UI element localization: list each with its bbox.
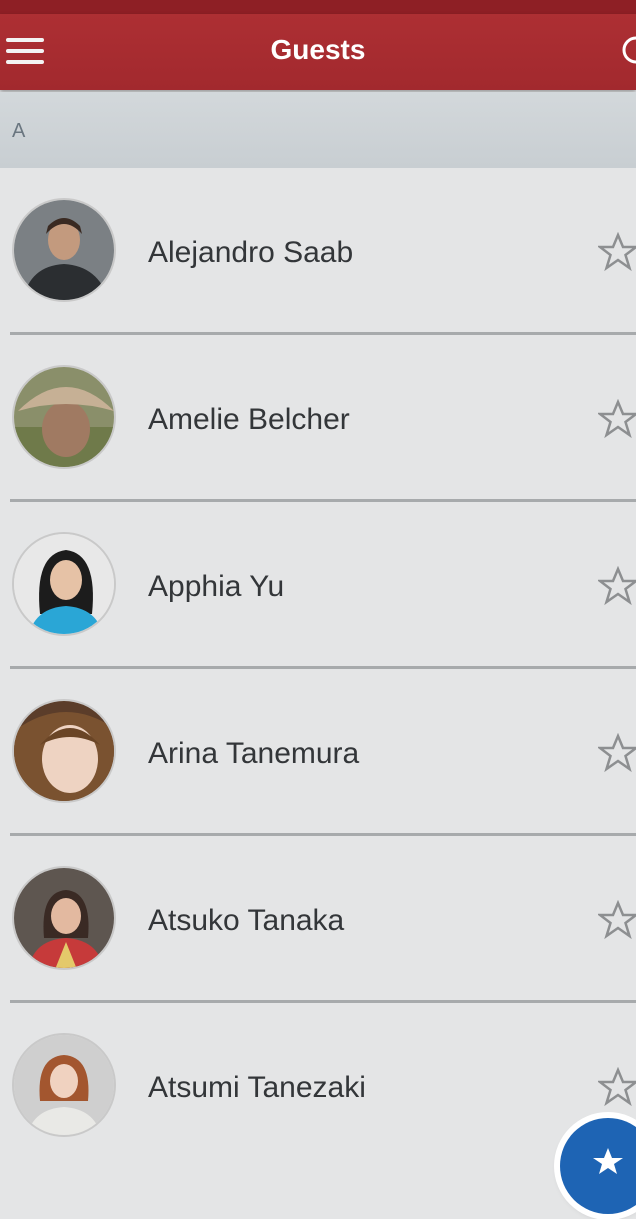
status-bar <box>0 0 636 14</box>
star-outline-icon[interactable] <box>596 1066 636 1107</box>
favorites-fab-button[interactable] <box>560 1118 636 1214</box>
guest-name: Amelie Belcher <box>148 403 350 436</box>
guest-name: Atsumi Tanezaki <box>148 1071 366 1104</box>
list-item[interactable]: Atsuko Tanaka <box>0 836 636 1003</box>
list-item[interactable]: Atsumi Tanezaki <box>0 1003 636 1170</box>
top-navbar: Guests <box>0 14 636 90</box>
star-icon <box>593 1148 623 1174</box>
guest-name: Arina Tanemura <box>148 737 360 770</box>
list-item[interactable]: Amelie Belcher <box>0 335 636 502</box>
guest-name: Alejandro Saab <box>148 236 354 269</box>
avatar <box>12 532 116 636</box>
star-outline-icon[interactable] <box>596 899 636 940</box>
avatar <box>12 866 116 970</box>
list-item[interactable]: Arina Tanemura <box>0 669 636 836</box>
section-letter: A <box>12 120 26 142</box>
avatar <box>12 365 116 469</box>
avatar <box>12 198 116 302</box>
star-outline-icon[interactable] <box>596 398 636 439</box>
star-outline-icon[interactable] <box>596 231 636 272</box>
guest-name: Apphia Yu <box>148 570 285 603</box>
page-title: Guests <box>270 34 366 65</box>
search-icon[interactable] <box>618 32 636 68</box>
section-header: A <box>0 92 636 168</box>
list-item[interactable]: Apphia Yu <box>0 502 636 669</box>
avatar <box>12 699 116 803</box>
guest-name: Atsuko Tanaka <box>148 904 345 937</box>
star-outline-icon[interactable] <box>596 732 636 773</box>
star-outline-icon[interactable] <box>596 565 636 606</box>
list-item[interactable]: Alejandro Saab <box>0 168 636 335</box>
avatar <box>12 1033 116 1137</box>
guest-list: Alejandro Saab Amelie Belcher Apphia Yu … <box>0 168 636 1170</box>
